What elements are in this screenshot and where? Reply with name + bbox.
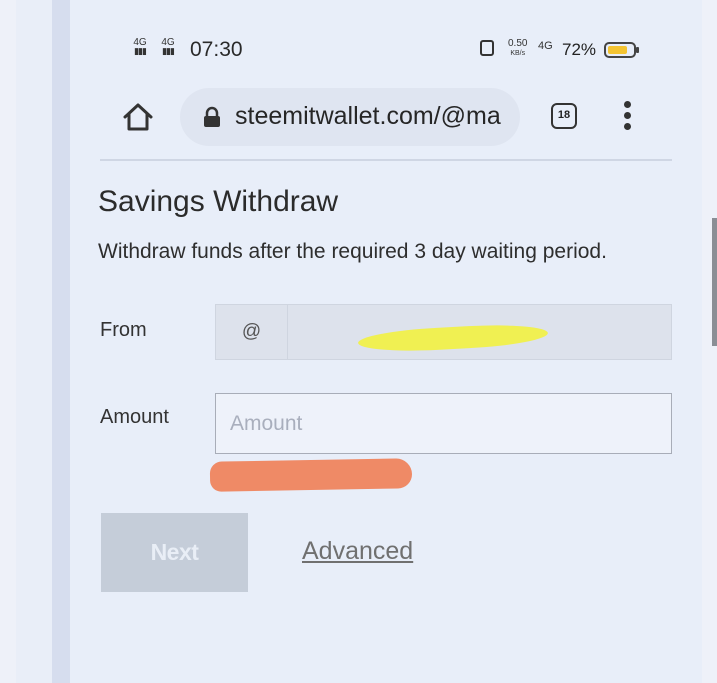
amount-input[interactable] (215, 393, 672, 454)
battery-percent: 72% (562, 40, 597, 59)
network-type: 4G (538, 40, 553, 52)
next-button[interactable]: Next (101, 513, 248, 592)
url-text: steemitwallet.com/@ma (235, 102, 501, 130)
username-highlight (357, 322, 549, 354)
signal-sim2-icon: 4G ▮▮▮ (161, 37, 175, 56)
page-subtitle: Withdraw funds after the required 3 day … (98, 240, 607, 263)
home-button[interactable] (122, 102, 154, 137)
amount-label: Amount (100, 406, 169, 428)
speed-unit: KB/s (510, 50, 526, 57)
tab-switcher-button[interactable]: 18 (551, 103, 577, 129)
speed-value: 0.50 (508, 38, 528, 49)
divider (100, 159, 672, 161)
home-icon (123, 103, 153, 131)
clock: 07:30 (190, 38, 243, 61)
page-title: Savings Withdraw (98, 185, 339, 218)
left-edge-bar (52, 0, 70, 683)
advanced-link[interactable]: Advanced (302, 537, 413, 566)
left-margin (0, 0, 16, 683)
redaction-scribble (209, 458, 413, 492)
address-bar[interactable]: steemitwallet.com/@ma (180, 88, 520, 146)
more-options-icon[interactable] (621, 101, 633, 135)
lock-icon (204, 106, 220, 127)
from-label: From (100, 319, 147, 341)
phone-screen: 4G ▮▮▮ 4G ▮▮▮ 07:30 0.50 KB/s 4G 72% ste… (70, 0, 702, 683)
vibrate-icon (480, 40, 494, 56)
scrollbar[interactable] (712, 218, 717, 346)
signal-sim1-icon: 4G ▮▮▮ (133, 37, 147, 56)
network-speed: 0.50 KB/s (508, 39, 527, 59)
at-prefix: @ (215, 304, 288, 360)
from-field (288, 304, 672, 360)
status-bar: 4G ▮▮▮ 4G ▮▮▮ 07:30 0.50 KB/s 4G 72% (70, 28, 702, 68)
battery-icon (604, 42, 639, 58)
